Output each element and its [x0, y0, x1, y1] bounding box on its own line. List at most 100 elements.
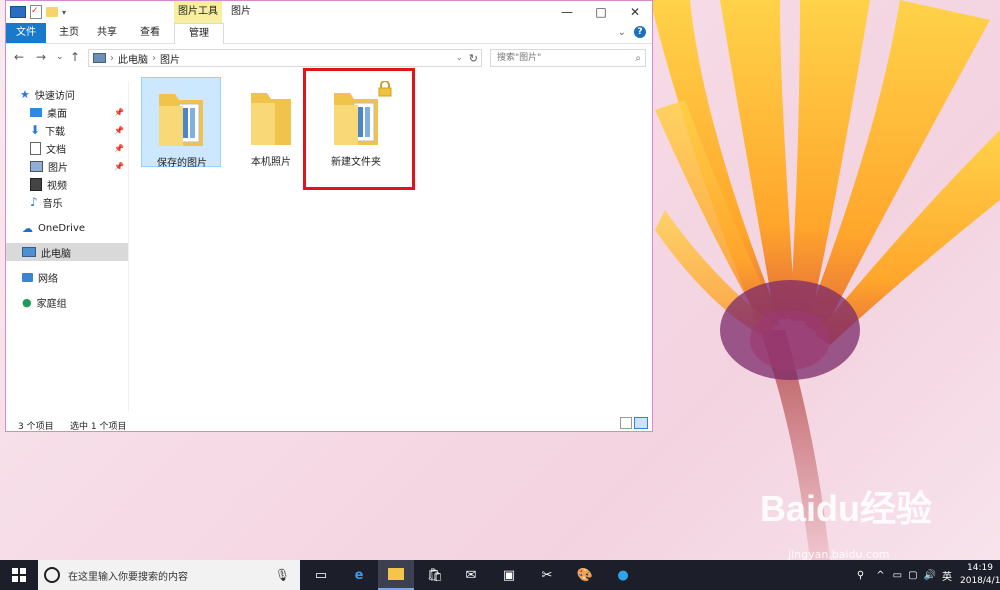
nav-this-pc[interactable]: 此电脑 — [6, 243, 128, 261]
tab-home[interactable]: 主页 — [52, 23, 86, 43]
nav-item-label: 文档 — [46, 144, 66, 156]
properties-icon[interactable]: ✓ — [30, 5, 42, 19]
customize-qat-icon[interactable]: ▾ — [62, 8, 66, 17]
folder-item[interactable]: 保存的图片 — [141, 77, 221, 169]
folder-item[interactable]: 本机照片 — [231, 77, 311, 168]
breadcrumb-pictures[interactable]: 图片 — [160, 51, 180, 66]
folder-icon — [251, 93, 291, 145]
watermark-brand: Baidu经验 — [760, 488, 933, 529]
store-icon[interactable]: 🛍 — [424, 564, 446, 586]
minimize-button[interactable]: — — [550, 1, 584, 23]
back-button[interactable]: ← — [14, 50, 24, 64]
folder-label: 保存的图片 — [157, 158, 207, 169]
up-button[interactable]: ↑ — [70, 50, 80, 64]
address-input[interactable]: › 此电脑 › 图片 ⌄ ↻ — [88, 49, 482, 67]
context-tab-label: 图片工具 — [174, 1, 222, 23]
details-view-icon[interactable] — [620, 417, 632, 429]
help-icon[interactable]: ? — [634, 26, 646, 38]
app-icon[interactable]: ● — [612, 564, 634, 586]
pin-icon: 📌 — [114, 125, 124, 135]
search-icon: ⌕ — [635, 53, 641, 64]
caption-buttons: — □ ✕ — [550, 1, 652, 23]
file-explorer-taskbar-button[interactable] — [378, 560, 414, 590]
document-icon — [30, 141, 41, 155]
pin-icon: 📌 — [114, 107, 124, 117]
new-folder-icon[interactable] — [46, 7, 58, 17]
nav-item-videos[interactable]: 视频 — [30, 175, 128, 193]
input-language[interactable]: 英 — [942, 568, 952, 583]
highlight-box — [303, 68, 415, 190]
nav-homegroup-label: 家庭组 — [36, 298, 67, 310]
taskbar: 在这里输入你要搜索的内容 🎙 ▭ e 🛍 ✉ ▣ ✂ 🎨 ● ⚲ ^ ▭ ▢ 🔊… — [0, 560, 1000, 590]
selected-count: 选中 1 个项目 — [70, 422, 127, 432]
star-icon: ★ — [20, 87, 30, 101]
tab-view[interactable]: 查看 — [132, 23, 168, 43]
nav-item-desktop[interactable]: 桌面 📌 — [30, 103, 128, 121]
task-view-icon[interactable]: ▭ — [310, 564, 332, 586]
edge-icon[interactable]: e — [348, 564, 370, 586]
nav-item-label: 视频 — [47, 180, 67, 192]
expand-ribbon-icon[interactable]: ⌄ — [618, 27, 626, 38]
close-button[interactable]: ✕ — [618, 1, 652, 23]
breadcrumb-separator-icon: › — [110, 52, 114, 64]
search-input[interactable]: 搜索"图片" ⌕ — [490, 49, 646, 67]
nav-quick-access-label: 快速访问 — [34, 90, 75, 102]
nav-network[interactable]: 网络 — [22, 268, 128, 286]
snipping-tool-icon[interactable]: ✂ — [536, 564, 558, 586]
nav-this-pc-label: 此电脑 — [41, 248, 71, 260]
nav-item-documents[interactable]: 文档 📌 — [30, 139, 128, 157]
item-count: 3 个项目 — [18, 422, 54, 432]
refresh-icon[interactable]: ↻ — [469, 52, 478, 65]
taskbar-search-box[interactable]: 在这里输入你要搜索的内容 🎙 — [38, 560, 300, 590]
nav-quick-access[interactable]: ★ 快速访问 — [20, 85, 142, 103]
download-icon: ⬇ — [30, 123, 41, 137]
address-dropdown-icon[interactable]: ⌄ — [455, 53, 463, 63]
breadcrumb-this-pc[interactable]: 此电脑 — [118, 51, 148, 66]
tab-share[interactable]: 共享 — [90, 23, 124, 43]
music-icon: ♪ — [30, 195, 38, 209]
nav-item-music[interactable]: ♪ 音乐 — [30, 193, 128, 211]
paint-brush-icon[interactable]: 🎨 — [574, 564, 596, 586]
nav-item-downloads[interactable]: ⬇ 下载 📌 — [30, 121, 128, 139]
microphone-icon[interactable]: 🎙 — [275, 568, 290, 582]
network-tray-icon[interactable]: ▢ — [908, 570, 917, 581]
file-explorer-icon — [388, 568, 404, 580]
forward-button[interactable]: → — [36, 50, 46, 64]
maximize-button[interactable]: □ — [584, 1, 618, 23]
address-bar-row: ← → ⌄ ↑ › 此电脑 › 图片 ⌄ ↻ 搜索"图片" ⌕ — [6, 47, 652, 69]
battery-icon[interactable]: ▭ — [893, 570, 902, 581]
nav-item-label: 下载 — [45, 126, 66, 138]
volume-icon[interactable]: 🔊 — [924, 570, 936, 581]
status-bar: 3 个项目 选中 1 个项目 — [6, 415, 652, 432]
cortana-icon — [44, 567, 60, 583]
tab-file[interactable]: 文件 — [6, 23, 46, 43]
show-hidden-icons-icon[interactable]: ^ — [876, 570, 884, 581]
breadcrumb-separator-icon: › — [152, 52, 156, 64]
nav-onedrive[interactable]: ☁ OneDrive — [22, 219, 128, 237]
start-button[interactable] — [8, 564, 30, 586]
computer-icon — [93, 53, 106, 63]
taskbar-search-placeholder: 在这里输入你要搜索的内容 — [68, 571, 188, 583]
video-icon — [30, 177, 42, 191]
nav-homegroup[interactable]: ● 家庭组 — [22, 293, 128, 311]
search-placeholder: 搜索"图片" — [497, 53, 542, 63]
ribbon-right-controls: ⌄ ? — [618, 26, 646, 38]
recent-locations-button[interactable]: ⌄ — [56, 52, 64, 62]
folder-icon — [159, 94, 203, 146]
system-tray: ⚲ ^ ▭ ▢ 🔊 英 14:19 2018/4/1 — [857, 560, 1000, 590]
cloud-icon: ☁ — [22, 221, 33, 235]
window-menu-icon[interactable] — [10, 6, 26, 18]
paint-icon[interactable]: ▣ — [498, 564, 520, 586]
desktop-icon — [30, 107, 42, 117]
tab-manage[interactable]: 管理 — [174, 23, 224, 44]
nav-network-label: 网络 — [38, 273, 58, 285]
nav-item-label: 桌面 — [47, 108, 67, 120]
people-icon[interactable]: ⚲ — [857, 570, 864, 581]
navigation-pane: ★ 快速访问 桌面 📌 ⬇ 下载 📌 文档 📌 图片 📌 视频 ♪ 音乐 ☁ O… — [6, 81, 129, 411]
large-icons-view-icon[interactable] — [634, 417, 648, 429]
mail-icon[interactable]: ✉ — [460, 564, 482, 586]
windows-icon — [12, 568, 26, 582]
nav-item-pictures[interactable]: 图片 📌 — [30, 157, 128, 175]
network-icon — [22, 272, 33, 282]
clock[interactable]: 14:19 2018/4/1 — [960, 562, 1000, 588]
